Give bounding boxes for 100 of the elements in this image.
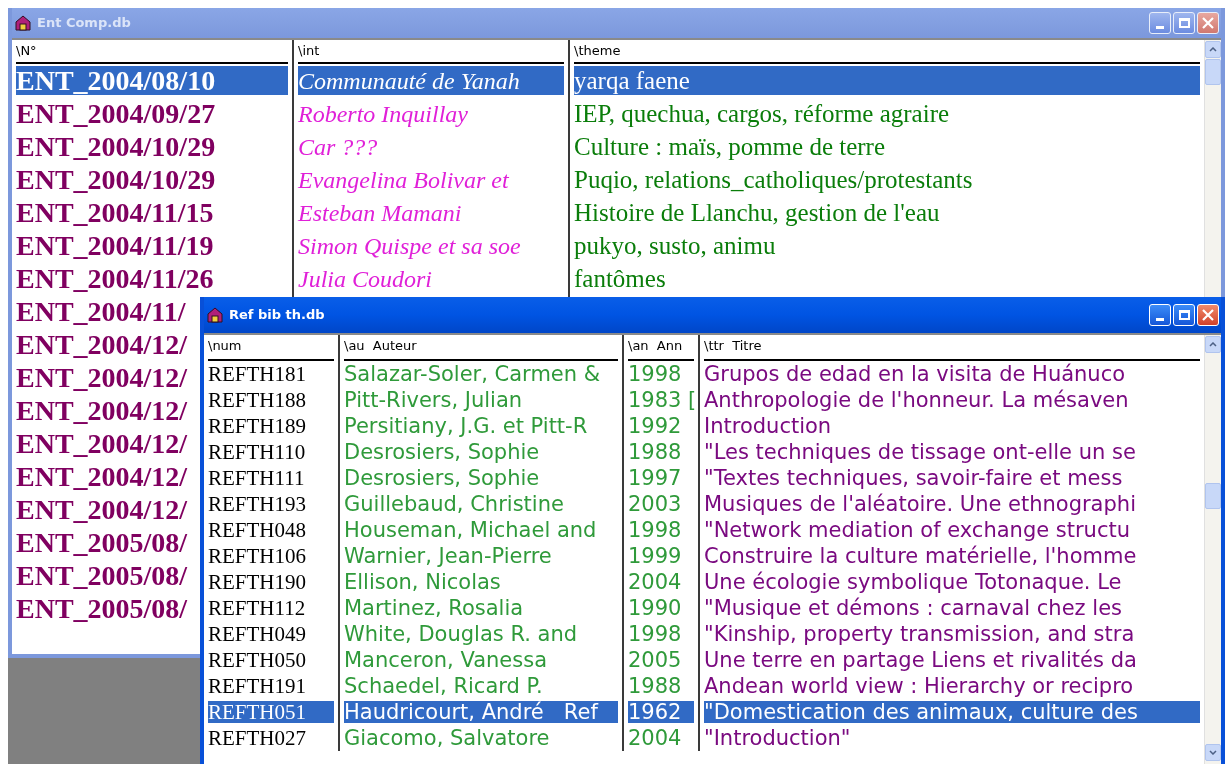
table-cell[interactable]: ENT_2004/12/ [16, 462, 188, 491]
table-cell[interactable]: ENT_2004/12/ [16, 363, 188, 392]
table-cell[interactable]: 2004 [628, 727, 694, 749]
table-cell[interactable]: Persitiany, J.G. et Pitt-R [344, 415, 618, 437]
table-cell[interactable]: ENT_2004/12/ [16, 429, 188, 458]
table-cell[interactable]: ENT_2004/12/ [16, 396, 188, 425]
table-cell[interactable]: "Les techniques de tissage ont-elle un se [704, 441, 1200, 463]
table-cell[interactable]: REFTH050 [208, 649, 334, 671]
table-cell[interactable]: REFTH188 [208, 389, 334, 411]
table-cell[interactable]: Simon Quispe et sa soe [298, 231, 564, 260]
table-cell[interactable]: Construire la culture matérielle, l'homme [704, 545, 1200, 567]
table-cell[interactable]: 2004 [628, 571, 694, 593]
table-cell[interactable]: Schaedel, Ricard P. [344, 675, 618, 697]
table-cell[interactable]: pukyo, susto, animu [574, 231, 1200, 260]
table-cell[interactable]: REFTH112 [208, 597, 334, 619]
table-cell[interactable]: Warnier, Jean-Pierre [344, 545, 618, 567]
table-cell[interactable]: 1990 [628, 597, 694, 619]
table-cell[interactable]: ENT_2004/11/19 [16, 231, 288, 260]
table-cell[interactable]: 1997 [628, 467, 694, 489]
table-cell[interactable]: 1962 [628, 701, 694, 723]
table-cell[interactable]: ENT_2004/12/ [16, 330, 188, 359]
table-cell[interactable]: yarqa faene [574, 66, 1200, 95]
table-cell[interactable]: REFTH191 [208, 675, 334, 697]
table-cell[interactable]: "Kinship, property transmission, and stra [704, 623, 1200, 645]
table-cell[interactable]: Andean world view : Hierarchy or recipro [704, 675, 1200, 697]
table-cell[interactable]: Puqio, relations_catholiques/protestants [574, 165, 1200, 194]
table-cell[interactable]: Communauté de Yanah [298, 66, 564, 95]
maximize-button[interactable] [1173, 12, 1195, 34]
table-cell[interactable]: Salazar-Soler, Carmen & [344, 363, 618, 385]
table-cell[interactable]: 2005 [628, 649, 694, 671]
table-cell[interactable]: ENT_2005/08/ [16, 561, 188, 590]
table-cell[interactable]: "Domestication des animaux, culture des [704, 701, 1200, 723]
table-cell[interactable]: REFTH027 [208, 727, 334, 749]
table-cell[interactable]: ENT_2005/08/ [16, 594, 188, 623]
table-cell[interactable]: Guillebaud, Christine [344, 493, 618, 515]
table-cell[interactable]: ENT_2004/10/29 [16, 132, 288, 161]
close-button[interactable] [1197, 12, 1219, 34]
column-header[interactable]: \au Auteur [344, 335, 618, 361]
table-cell[interactable]: Manceron, Vanessa [344, 649, 618, 671]
table-cell[interactable]: Haudricourt, André Ref [344, 701, 618, 723]
table-cell[interactable]: REFTH049 [208, 623, 334, 645]
table-cell[interactable]: "Introduction" [704, 727, 1200, 749]
column-header[interactable]: \num [208, 335, 334, 361]
table-cell[interactable]: Une terre en partage Liens et rivalités da [704, 649, 1200, 671]
column-header[interactable]: \N° [16, 40, 288, 64]
table-cell[interactable]: Introduction [704, 415, 1200, 437]
table-cell[interactable]: 1998 [628, 623, 694, 645]
table-cell[interactable]: ENT_2004/08/10 [16, 66, 288, 95]
table-cell[interactable]: "Network mediation of exchange structu [704, 519, 1200, 541]
scrollbar-thumb[interactable] [1205, 59, 1221, 85]
table-cell[interactable]: REFTH181 [208, 363, 334, 385]
table-cell[interactable]: Ellison, Nicolas [344, 571, 618, 593]
table-cell[interactable]: Anthropologie de l'honneur. La mésaven [704, 389, 1200, 411]
table-cell[interactable]: Julia Coudori [298, 264, 564, 293]
table-cell[interactable]: REFTH048 [208, 519, 334, 541]
table-cell[interactable]: 1988 [628, 441, 694, 463]
table-cell[interactable]: REFTH189 [208, 415, 334, 437]
table-cell[interactable]: REFTH106 [208, 545, 334, 567]
table-cell[interactable]: ENT_2005/08/ [16, 528, 188, 557]
column-header[interactable]: \ttr Titre [704, 335, 1200, 361]
table-cell[interactable]: Houseman, Michael and [344, 519, 618, 541]
table-cell[interactable]: Une écologie symbolique Totonaque. Le [704, 571, 1200, 593]
table-cell[interactable]: 2003 [628, 493, 694, 515]
table-cell[interactable]: ENT_2004/10/29 [16, 165, 288, 194]
table-cell[interactable]: 1998 [628, 363, 694, 385]
column-header[interactable]: \int [298, 40, 564, 64]
table-cell[interactable]: Pitt-Rivers, Julian [344, 389, 618, 411]
table-cell[interactable]: Car ??? [298, 132, 564, 161]
table-cell[interactable]: ENT_2004/12/ [16, 495, 188, 524]
table-cell[interactable]: IEP, quechua, cargos, réforme agraire [574, 99, 1200, 128]
scroll-up-button[interactable] [1205, 336, 1221, 353]
table-cell[interactable]: Giacomo, Salvatore [344, 727, 618, 749]
table-cell[interactable]: 1998 [628, 519, 694, 541]
table-cell[interactable]: Desrosiers, Sophie [344, 441, 618, 463]
table-cell[interactable]: Musiques de l'aléatoire. Une ethnographi [704, 493, 1200, 515]
table-cell[interactable]: 1992 [628, 415, 694, 437]
table-cell[interactable]: REFTH111 [208, 467, 334, 489]
table-cell[interactable]: Evangelina Bolivar et [298, 165, 564, 194]
table-cell[interactable]: Histoire de Llanchu, gestion de l'eau [574, 198, 1200, 227]
table-cell[interactable]: ENT_2004/09/27 [16, 99, 288, 128]
table-cell[interactable]: Martinez, Rosalia [344, 597, 618, 619]
column-header[interactable]: \theme [574, 40, 1200, 64]
table-cell[interactable]: Desrosiers, Sophie [344, 467, 618, 489]
table-cell[interactable]: REFTH051 [208, 701, 334, 723]
table-cell[interactable]: Grupos de edad en la visita de Huánuco [704, 363, 1200, 385]
table-cell[interactable]: Roberto Inquillay [298, 99, 564, 128]
table-cell[interactable]: 1999 [628, 545, 694, 567]
column-header[interactable]: \an Ann [628, 335, 694, 361]
table-cell[interactable]: Culture : maïs, pomme de terre [574, 132, 1200, 161]
table-cell[interactable]: REFTH110 [208, 441, 334, 463]
table-cell[interactable]: White, Douglas R. and [344, 623, 618, 645]
table-cell[interactable]: "Musique et démons : carnaval chez les [704, 597, 1200, 619]
table-cell[interactable]: fantômes [574, 264, 1200, 293]
table-cell[interactable]: ENT_2004/11/ [16, 297, 186, 326]
scroll-down-button[interactable] [1205, 744, 1221, 761]
table-cell[interactable]: "Textes techniques, savoir-faire et mess [704, 467, 1200, 489]
scrollbar-thumb[interactable] [1205, 483, 1221, 509]
table-cell[interactable]: ENT_2004/11/15 [16, 198, 288, 227]
scroll-up-button[interactable] [1205, 41, 1221, 58]
table-cell[interactable]: 1983 [ [628, 389, 697, 411]
